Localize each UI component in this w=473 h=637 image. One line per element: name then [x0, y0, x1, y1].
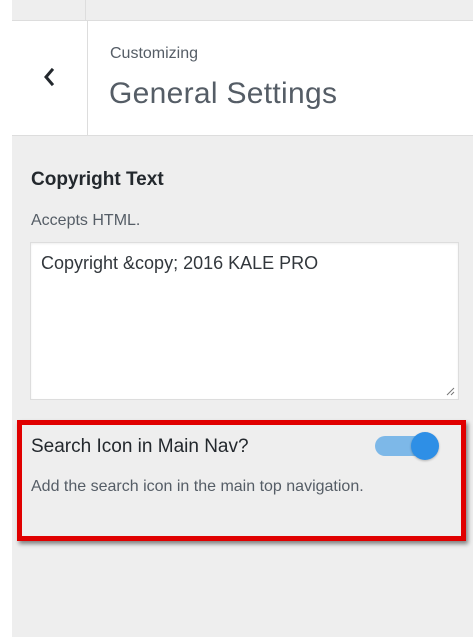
customizing-label: Customizing	[110, 45, 199, 62]
search-icon-toggle-description: Add the search icon in the main top navi…	[31, 478, 364, 495]
copyright-text-textarea[interactable]: Copyright &copy; 2016 KALE PRO	[30, 242, 459, 400]
section-header: Customizing General Settings	[12, 21, 473, 136]
back-button[interactable]	[12, 21, 88, 135]
toggle-knob	[411, 432, 439, 460]
copyright-text-title: Copyright Text	[31, 169, 164, 190]
copyright-text-value: Copyright &copy; 2016 KALE PRO	[41, 253, 319, 273]
customizer-panel: Customizing General Settings Copyright T…	[12, 0, 473, 637]
top-bar	[12, 0, 473, 21]
resize-grip-icon[interactable]	[445, 386, 455, 396]
chevron-left-icon	[44, 67, 55, 87]
top-bar-divider	[85, 0, 86, 20]
copyright-text-description: Accepts HTML.	[31, 212, 141, 229]
search-icon-toggle-title: Search Icon in Main Nav?	[31, 436, 249, 457]
page-title: General Settings	[109, 77, 338, 110]
search-icon-toggle[interactable]	[375, 432, 441, 460]
